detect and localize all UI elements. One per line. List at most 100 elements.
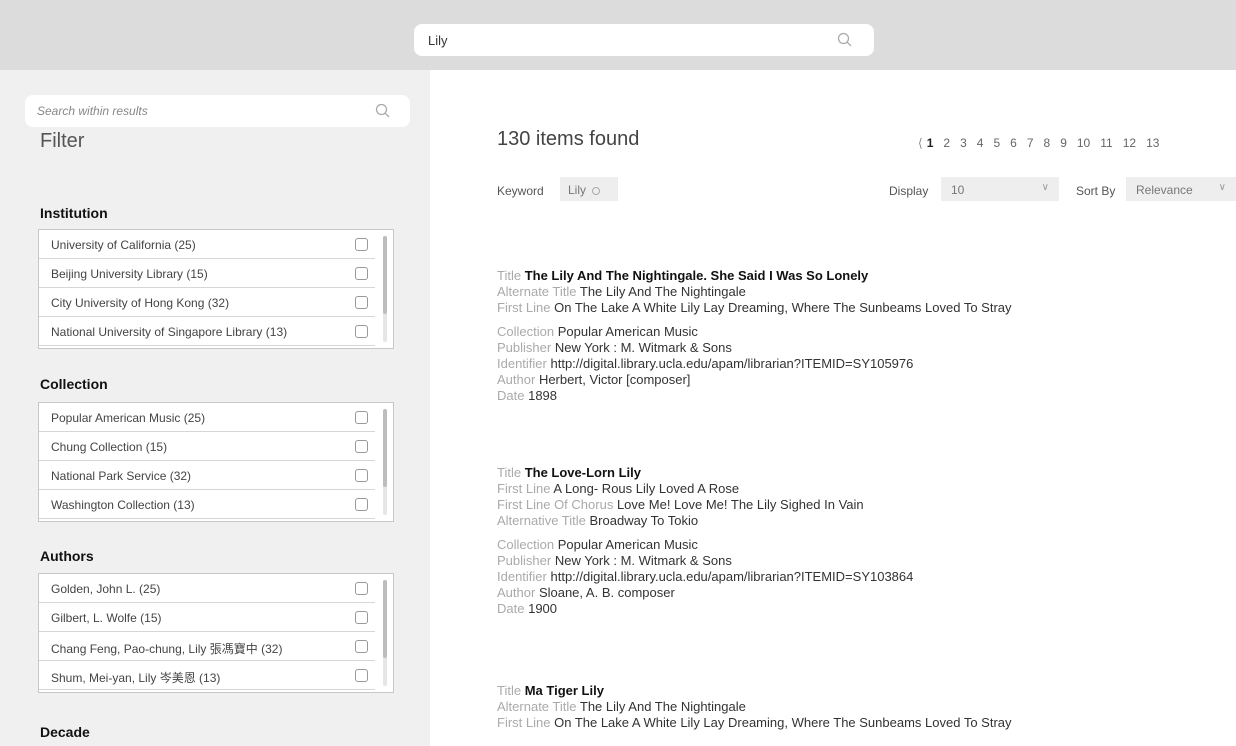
search-within-input[interactable] xyxy=(37,95,357,127)
scrollbar-thumb[interactable] xyxy=(383,409,387,487)
page-link[interactable]: 4 xyxy=(977,136,984,150)
top-bar xyxy=(0,0,1236,70)
page-link[interactable]: 5 xyxy=(993,136,1000,150)
main-search-box[interactable] xyxy=(414,24,874,56)
result-field: Date 1900 xyxy=(497,601,913,617)
filter-checkbox[interactable] xyxy=(355,669,368,682)
result-field: First Line Of Chorus Love Me! Love Me! T… xyxy=(497,497,913,513)
result-field: Title The Lily And The Nightingale. She … xyxy=(497,268,1012,284)
result-title[interactable]: The Love-Lorn Lily xyxy=(525,465,641,480)
display-select-value: 10 xyxy=(951,183,965,197)
sort-select[interactable]: Relevance ∨ xyxy=(1126,177,1236,201)
filter-checkbox[interactable] xyxy=(355,640,368,653)
filter-checkbox[interactable] xyxy=(355,296,368,309)
remove-keyword-icon[interactable] xyxy=(592,186,601,195)
filter-option-label: National Park Service (32) xyxy=(51,469,192,483)
result-title[interactable]: Ma Tiger Lily xyxy=(525,683,604,698)
filter-checkbox[interactable] xyxy=(355,498,368,511)
institution-heading: Institution xyxy=(40,205,108,221)
filter-option[interactable]: Popular American Music (25) xyxy=(39,403,375,432)
field-key: First Line Of Chorus xyxy=(497,497,614,512)
keyword-chip-label: Lily xyxy=(568,183,587,197)
filter-checkbox[interactable] xyxy=(355,582,368,595)
page-link[interactable]: 12 xyxy=(1123,136,1136,150)
filter-checkbox[interactable] xyxy=(355,238,368,251)
field-value: The Lily And The Nightingale xyxy=(579,699,746,714)
field-key: Date xyxy=(497,601,525,616)
page-link[interactable]: 2 xyxy=(943,136,950,150)
page-link[interactable]: 3 xyxy=(960,136,967,150)
page-link[interactable]: 7 xyxy=(1027,136,1034,150)
field-value: Herbert, Victor [composer] xyxy=(538,372,691,387)
search-icon[interactable] xyxy=(374,102,392,120)
filter-option[interactable]: Chung Collection (15) xyxy=(39,432,375,461)
filter-option[interactable]: Golden, John L. (25) xyxy=(39,574,375,603)
display-select[interactable]: 10 ∨ xyxy=(941,177,1059,201)
field-key: Identifier xyxy=(497,569,547,584)
search-icon[interactable] xyxy=(836,31,854,49)
result-field: First Line On The Lake A White Lily Lay … xyxy=(497,300,1012,316)
page-link[interactable]: 9 xyxy=(1060,136,1067,150)
filter-option[interactable]: National University of Singapore Library… xyxy=(39,317,375,346)
chevron-down-icon: ∨ xyxy=(1041,182,1049,193)
field-value: On The Lake A White Lily Lay Dreaming, W… xyxy=(554,715,1012,730)
page-link[interactable]: 8 xyxy=(1044,136,1051,150)
decade-heading: Decade xyxy=(40,724,90,740)
result-item[interactable]: Title The Lily And The Nightingale. She … xyxy=(497,268,1012,404)
collection-filter-list: Popular American Music (25) Chung Collec… xyxy=(38,402,394,522)
result-field: First Line A Long- Rous Lily Loved A Ros… xyxy=(497,481,913,497)
filter-option[interactable]: National Park Service (32) xyxy=(39,461,375,490)
field-key: First Line xyxy=(497,715,551,730)
result-item[interactable]: Title The Love-Lorn Lily First Line A Lo… xyxy=(497,465,913,617)
result-field: Author Herbert, Victor [composer] xyxy=(497,372,1012,388)
filter-checkbox[interactable] xyxy=(355,325,368,338)
result-item[interactable]: Title Ma Tiger Lily Alternate Title The … xyxy=(497,683,1012,731)
filter-checkbox[interactable] xyxy=(355,611,368,624)
filter-checkbox[interactable] xyxy=(355,411,368,424)
filter-heading: Filter xyxy=(40,130,85,152)
field-value: New York : M. Witmark & Sons xyxy=(554,340,732,355)
filter-option[interactable]: Washington Collection (13) xyxy=(39,490,375,519)
filter-option[interactable]: Chang Feng, Pao-chung, Lily 張馮寶中 (32) xyxy=(39,632,375,661)
field-value: 1900 xyxy=(528,601,558,616)
page-link[interactable]: 6 xyxy=(1010,136,1017,150)
filter-option-label: Shum, Mei-yan, Lily 岑美恩 (13) xyxy=(51,671,221,685)
prev-page-icon[interactable]: ⟨ xyxy=(918,136,923,150)
filter-option[interactable]: City University of Hong Kong (32) xyxy=(39,288,375,317)
result-count: 130 items found xyxy=(497,128,640,150)
identifier-link[interactable]: http://digital.library.ucla.edu/apam/lib… xyxy=(551,569,914,584)
field-key: Collection xyxy=(497,537,555,552)
filter-option-label: Popular American Music (25) xyxy=(51,411,206,425)
result-field: Collection Popular American Music xyxy=(497,537,913,553)
filter-checkbox[interactable] xyxy=(355,469,368,482)
filter-checkbox[interactable] xyxy=(355,267,368,280)
field-value: Popular American Music xyxy=(557,324,698,339)
authors-filter-list: Golden, John L. (25) Gilbert, L. Wolfe (… xyxy=(38,573,394,693)
result-field: Publisher New York : M. Witmark & Sons xyxy=(497,553,913,569)
filter-option[interactable]: Beijing University Library (15) xyxy=(39,259,375,288)
collection-heading: Collection xyxy=(40,376,108,392)
field-value: Broadway To Tokio xyxy=(589,513,699,528)
result-field: Alternative Title Broadway To Tokio xyxy=(497,513,913,529)
field-key: Alternate Title xyxy=(497,284,577,299)
scrollbar-thumb[interactable] xyxy=(383,580,387,658)
page-link[interactable]: 10 xyxy=(1077,136,1090,150)
result-title[interactable]: The Lily And The Nightingale. She Said I… xyxy=(525,268,869,283)
filter-option[interactable]: Gilbert, L. Wolfe (15) xyxy=(39,603,375,632)
result-field: Identifier http://digital.library.ucla.e… xyxy=(497,356,1012,372)
page-link[interactable]: 1 xyxy=(927,136,934,150)
main-search-input[interactable] xyxy=(428,24,828,56)
field-value: The Lily And The Nightingale xyxy=(579,284,746,299)
filter-option[interactable]: Shum, Mei-yan, Lily 岑美恩 (13) xyxy=(39,661,375,690)
scrollbar-thumb[interactable] xyxy=(383,236,387,314)
identifier-link[interactable]: http://digital.library.ucla.edu/apam/lib… xyxy=(551,356,914,371)
page-link[interactable]: 11 xyxy=(1100,136,1112,150)
filter-option[interactable]: University of California (25) xyxy=(39,230,375,259)
filter-checkbox[interactable] xyxy=(355,440,368,453)
page-link[interactable]: 13 xyxy=(1146,136,1159,150)
keyword-chip[interactable]: Lily xyxy=(560,177,618,201)
search-within-box[interactable] xyxy=(25,95,410,127)
field-value: Love Me! Love Me! The Lily Sighed In Vai… xyxy=(616,497,864,512)
field-key: Collection xyxy=(497,324,555,339)
field-value: 1898 xyxy=(528,388,558,403)
